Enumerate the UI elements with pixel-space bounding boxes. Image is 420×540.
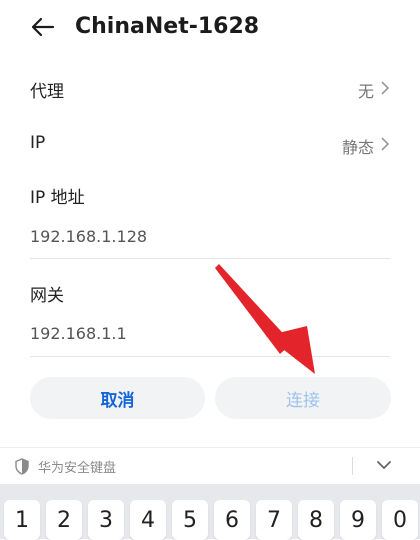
key-0[interactable]: 0 bbox=[382, 500, 418, 540]
page-title: ChinaNet-1628 bbox=[75, 14, 260, 39]
gateway-field[interactable]: 192.168.1.1 bbox=[30, 324, 127, 343]
key-5[interactable]: 5 bbox=[172, 500, 208, 540]
key-3[interactable]: 3 bbox=[88, 500, 124, 540]
key-6[interactable]: 6 bbox=[214, 500, 250, 540]
shield-icon bbox=[15, 458, 29, 475]
key-8[interactable]: 8 bbox=[298, 500, 334, 540]
keyboard-title: 华为安全键盘 bbox=[38, 461, 117, 476]
divider bbox=[30, 356, 390, 357]
back-arrow-icon[interactable] bbox=[28, 12, 58, 42]
ip-address-label: IP 地址 bbox=[30, 188, 85, 208]
key-7[interactable]: 7 bbox=[256, 500, 292, 540]
chevron-right-icon bbox=[381, 81, 390, 95]
key-9[interactable]: 9 bbox=[340, 500, 376, 540]
key-4[interactable]: 4 bbox=[130, 500, 166, 540]
proxy-row[interactable]: 代理 无 bbox=[0, 60, 420, 116]
key-1[interactable]: 1 bbox=[4, 500, 40, 540]
chevron-down-icon[interactable] bbox=[376, 459, 392, 471]
chevron-right-icon bbox=[381, 137, 390, 151]
gateway-label: 网关 bbox=[30, 286, 64, 306]
proxy-label: 代理 bbox=[30, 82, 64, 102]
divider bbox=[30, 258, 390, 259]
ip-mode-label: IP bbox=[30, 133, 46, 153]
cancel-button[interactable]: 取消 bbox=[30, 377, 205, 419]
ip-mode-value: 静态 bbox=[341, 138, 374, 157]
key-2[interactable]: 2 bbox=[46, 500, 82, 540]
divider bbox=[352, 457, 353, 475]
app-header: ChinaNet-1628 bbox=[0, 0, 420, 56]
ip-mode-row[interactable]: IP 静态 bbox=[0, 116, 420, 170]
proxy-value: 无 bbox=[357, 82, 374, 101]
ip-address-field[interactable]: 192.168.1.128 bbox=[30, 227, 147, 246]
keyboard-toolbar: 华为安全键盘 bbox=[0, 447, 420, 484]
numeric-keyboard: 1 2 3 4 5 6 7 8 9 0 bbox=[0, 484, 420, 540]
connect-button[interactable]: 连接 bbox=[215, 377, 391, 419]
